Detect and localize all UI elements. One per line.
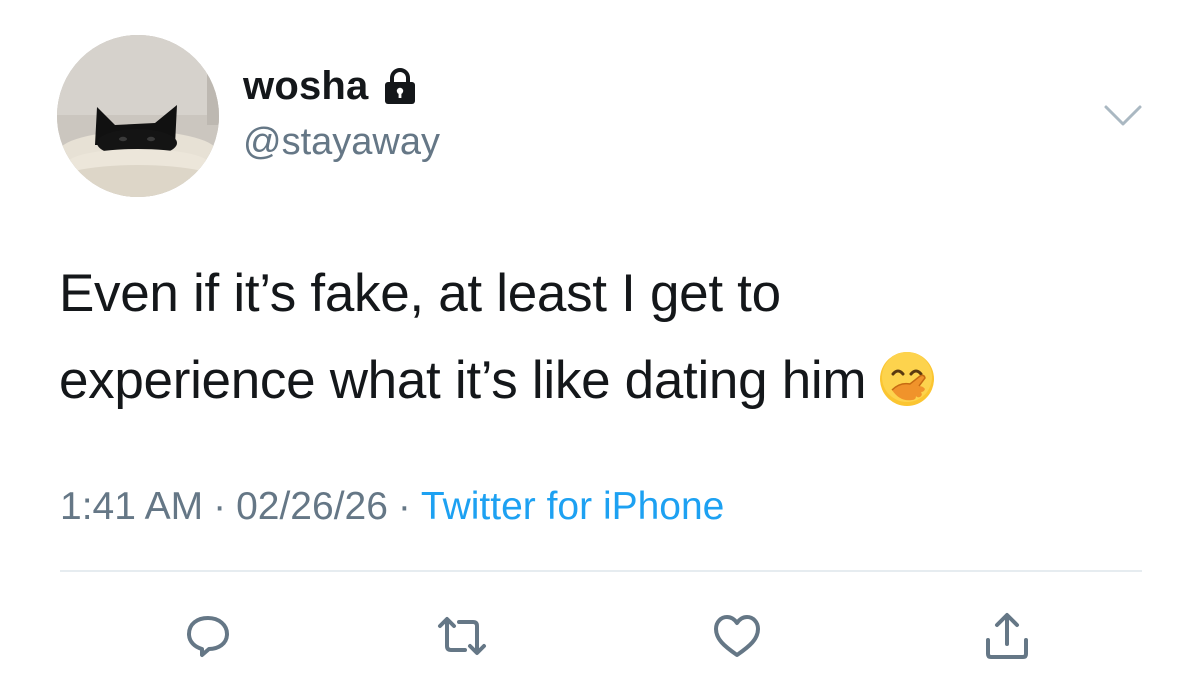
tweet-text-line-1: Even if it’s fake, at least I get to: [59, 264, 781, 323]
meta-separator: ·: [213, 485, 227, 528]
retweet-button[interactable]: [432, 606, 492, 666]
display-name-row: wosha: [243, 66, 418, 106]
face-with-hand-over-mouth-icon: [878, 347, 936, 406]
avatar-image: [57, 35, 219, 197]
user-handle[interactable]: @stayaway: [243, 123, 440, 161]
display-name[interactable]: wosha: [243, 66, 368, 106]
heart-icon: [714, 615, 760, 657]
share-button[interactable]: [977, 606, 1037, 666]
tweet-time[interactable]: 1:41 AM: [60, 485, 203, 528]
avatar[interactable]: [57, 35, 219, 197]
reply-button[interactable]: [178, 606, 238, 666]
divider: [60, 570, 1142, 572]
tweet-text-line-2-content: experience what it’s like dating him: [59, 351, 867, 410]
tweet-meta: 1:41 AM · 02/26/26 · Twitter for iPhone: [60, 487, 724, 526]
like-button[interactable]: [707, 606, 767, 666]
tweet-card: wosha @stayaway Even if it’s fake, at le…: [0, 0, 1200, 699]
share-icon: [986, 613, 1028, 659]
tweet-text: Even if it’s fake, at least I get to exp…: [59, 250, 1159, 424]
lock-icon: [382, 67, 418, 105]
retweet-icon: [438, 617, 486, 655]
tweet-text-line-2: experience what it’s like dating him: [59, 337, 1159, 424]
meta-separator: ·: [397, 485, 411, 528]
tweet-date[interactable]: 02/26/26: [236, 485, 388, 528]
chevron-down-icon[interactable]: [1103, 103, 1143, 129]
tweet-source-link[interactable]: Twitter for iPhone: [421, 485, 724, 528]
reply-icon: [187, 616, 229, 657]
